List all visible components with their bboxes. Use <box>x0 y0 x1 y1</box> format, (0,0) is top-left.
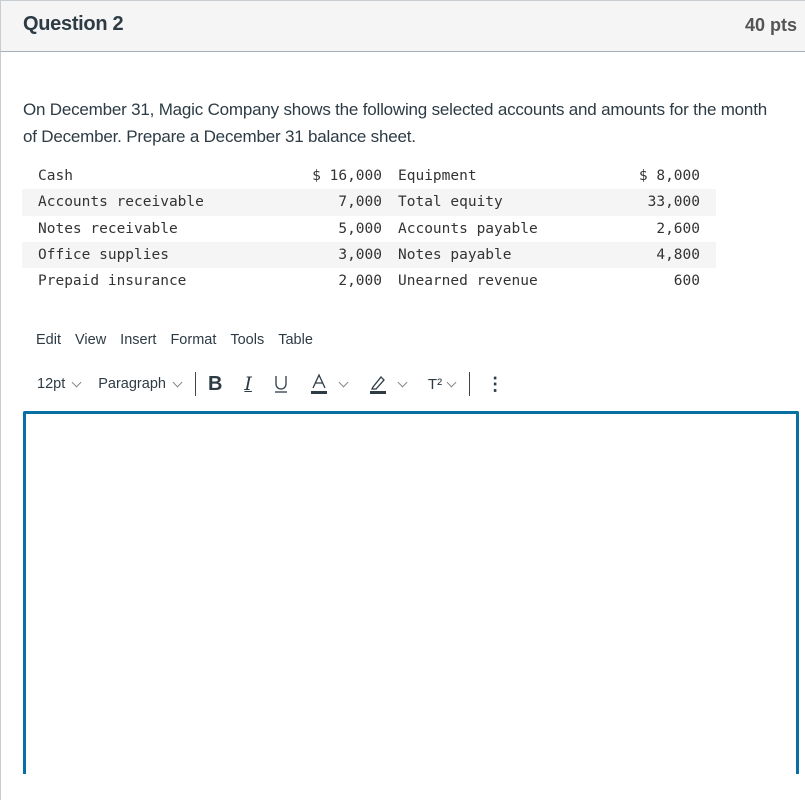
block-format-value: Paragraph <box>98 376 166 392</box>
table-row: Accounts receivable 7,000 Total equity 3… <box>22 189 716 216</box>
account-name: Prepaid insurance <box>38 273 187 290</box>
question-header: Question 2 40 pts <box>0 0 805 52</box>
chevron-down-icon <box>71 377 82 387</box>
chevron-down-icon <box>172 377 183 387</box>
account-name: Unearned revenue <box>398 273 538 290</box>
account-name: Accounts payable <box>398 220 538 237</box>
italic-button[interactable]: I <box>244 373 252 395</box>
more-icon: ⋮ <box>486 373 505 394</box>
account-name: Equipment <box>398 168 477 185</box>
menu-table[interactable]: Table <box>278 332 313 348</box>
account-amount: $ 16,000 <box>312 168 382 185</box>
account-amount: 2,600 <box>656 220 700 237</box>
text-color-button[interactable] <box>310 373 349 395</box>
menu-edit[interactable]: Edit <box>36 332 61 348</box>
text-color-icon <box>310 373 327 394</box>
rich-text-editor-area[interactable] <box>23 411 799 774</box>
more-options-button[interactable]: ⋮ <box>486 374 504 395</box>
accounts-table: Cash $ 16,000 Equipment $ 8,000 Accounts… <box>22 163 716 294</box>
question-points: 40 pts <box>745 15 798 35</box>
table-row: Office supplies 3,000 Notes payable 4,80… <box>22 241 716 269</box>
account-amount: 3,000 <box>270 241 398 269</box>
table-row: Notes receivable 5,000 Accounts payable … <box>22 216 716 242</box>
menu-insert[interactable]: Insert <box>120 332 156 348</box>
highlight-color-button[interactable] <box>369 373 408 395</box>
menu-view[interactable]: View <box>75 332 106 348</box>
toolbar-divider <box>194 372 196 396</box>
editor-toolbar: 12pt Paragraph B I T² ⋮ <box>37 370 504 398</box>
menu-tools[interactable]: Tools <box>230 332 264 348</box>
block-format-dropdown[interactable]: Paragraph <box>98 376 183 392</box>
account-amount: 600 <box>673 273 700 290</box>
font-size-dropdown[interactable]: 12pt <box>37 376 82 392</box>
table-row: Prepaid insurance 2,000 Unearned revenue… <box>22 268 716 294</box>
editor-menubar: Edit View Insert Format Tools Table <box>36 332 327 348</box>
chevron-down-icon <box>338 377 349 387</box>
font-size-value: 12pt <box>37 376 66 392</box>
account-name: Accounts receivable <box>22 189 270 216</box>
account-name: Cash <box>38 168 73 185</box>
account-amount: 33,000 <box>618 189 716 216</box>
chevron-down-icon <box>446 377 457 387</box>
highlighter-icon <box>369 376 386 394</box>
account-amount: $ 8,000 <box>638 168 700 185</box>
account-name: Notes receivable <box>38 220 178 237</box>
underline-icon <box>274 376 287 393</box>
menu-format[interactable]: Format <box>170 332 216 348</box>
superscript-icon: T² <box>427 375 443 393</box>
account-amount: 4,800 <box>618 241 716 269</box>
superscript-button[interactable]: T² <box>427 375 457 393</box>
account-name: Total equity <box>398 189 618 216</box>
account-amount: 2,000 <box>338 273 382 290</box>
account-name: Office supplies <box>22 241 270 269</box>
question-title: Question 2 <box>23 13 124 35</box>
toolbar-divider <box>469 372 471 396</box>
bold-icon: B <box>207 372 223 395</box>
bold-button[interactable]: B <box>208 373 222 396</box>
account-amount: 5,000 <box>338 220 382 237</box>
underline-button[interactable] <box>274 374 288 394</box>
chevron-down-icon <box>397 377 408 387</box>
account-name: Notes payable <box>398 241 618 269</box>
italic-icon: I <box>244 373 252 395</box>
account-amount: 7,000 <box>270 189 398 216</box>
question-prompt: On December 31, Magic Company shows the … <box>23 100 767 146</box>
table-row: Cash $ 16,000 Equipment $ 8,000 <box>22 163 716 189</box>
